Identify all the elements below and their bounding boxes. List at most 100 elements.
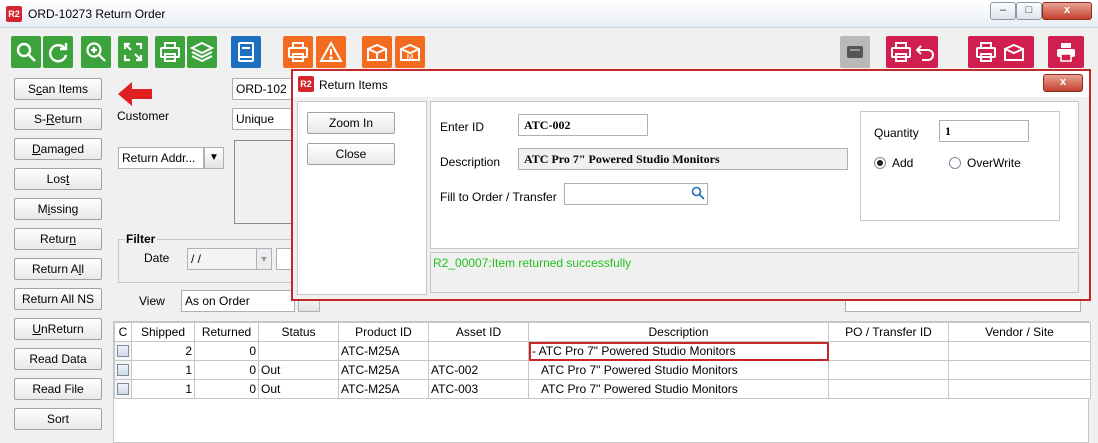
- checkbox-icon[interactable]: [117, 364, 129, 376]
- print-undo-icon[interactable]: [886, 36, 938, 68]
- column-header[interactable]: Vendor / Site: [948, 322, 1091, 342]
- customer-label: Customer: [117, 109, 170, 123]
- window-titlebar: R2 ORD-10273 Return Order – □ x: [0, 0, 1098, 28]
- overwrite-label: OverWrite: [967, 156, 1021, 170]
- date-extra-field[interactable]: [276, 248, 292, 270]
- radio-selected-icon[interactable]: [874, 157, 886, 169]
- add-radio[interactable]: Add: [874, 156, 913, 170]
- add-label: Add: [892, 156, 914, 170]
- print-icon[interactable]: [283, 36, 313, 68]
- zoom-in-button[interactable]: Zoom In: [307, 112, 395, 134]
- overwrite-radio[interactable]: OverWrite: [949, 156, 1021, 170]
- box-m-icon[interactable]: M: [395, 36, 425, 68]
- table-cell: 0: [194, 379, 259, 399]
- fill-order-input[interactable]: [564, 183, 708, 205]
- radio-unselected-icon[interactable]: [949, 157, 961, 169]
- view-label: View: [139, 294, 165, 308]
- sidebar-button-sort[interactable]: Sort: [14, 408, 102, 430]
- window-title: ORD-10273 Return Order: [28, 7, 166, 21]
- warning-icon[interactable]: [316, 36, 346, 68]
- table-cell: ATC Pro 7" Powered Studio Monitors: [528, 360, 829, 380]
- r2-logo-icon: R2: [298, 76, 314, 92]
- column-header[interactable]: Shipped: [131, 322, 195, 342]
- table-cell: 1: [131, 360, 195, 380]
- print-icon[interactable]: [155, 36, 185, 68]
- print-box-icon[interactable]: [968, 36, 1034, 68]
- maximize-button[interactable]: □: [1016, 2, 1042, 20]
- date-chevron-icon[interactable]: ▼: [256, 248, 272, 270]
- table-row[interactable]: 1 0 Out ATC-M25A ATC-002 ATC Pro 7" Powered S…: [114, 360, 1091, 380]
- table-cell: ATC-003: [428, 379, 529, 399]
- expand-icon[interactable]: [118, 36, 148, 68]
- table-cell: [948, 360, 1091, 380]
- window-close-button[interactable]: x: [1042, 2, 1092, 20]
- column-header[interactable]: Product ID: [338, 322, 429, 342]
- book-icon[interactable]: [231, 36, 261, 68]
- printer-device-icon[interactable]: [840, 36, 870, 68]
- table-cell: ATC-002: [428, 360, 529, 380]
- dialog-close-button[interactable]: x: [1043, 74, 1083, 92]
- table-cell: 0: [194, 360, 259, 380]
- zoom-in-icon[interactable]: [81, 36, 111, 68]
- column-header[interactable]: Asset ID: [428, 322, 529, 342]
- row-checkbox-cell[interactable]: [114, 341, 132, 361]
- row-checkbox-cell[interactable]: [114, 379, 132, 399]
- table-row[interactable]: 2 0 ATC-M25A - ATC Pro 7" Powered Studio Mo…: [114, 341, 1091, 361]
- chevron-down-icon[interactable]: ▼: [204, 147, 224, 169]
- return-items-dialog: R2 Return Items x Zoom In Close Enter ID…: [291, 69, 1091, 301]
- minimize-button[interactable]: –: [990, 2, 1016, 20]
- row-checkbox-cell[interactable]: [114, 360, 132, 380]
- table-cell: ATC-M25A: [338, 341, 429, 361]
- printer-red-icon[interactable]: [1048, 36, 1084, 68]
- table-cell: 2: [131, 341, 195, 361]
- table-cell: [258, 341, 339, 361]
- sidebar-button-lost[interactable]: Lost: [14, 168, 102, 190]
- sidebar-button-return[interactable]: Return: [14, 228, 102, 250]
- address-box: [234, 140, 294, 224]
- column-header[interactable]: Returned: [194, 322, 259, 342]
- table-cell: ATC Pro 7" Powered Studio Monitors: [528, 379, 829, 399]
- sidebar-button-return-all-ns[interactable]: Return All NS: [14, 288, 102, 310]
- checkbox-icon[interactable]: [117, 383, 129, 395]
- open-box-icon[interactable]: [362, 36, 392, 68]
- table-cell: ATC-M25A: [338, 360, 429, 380]
- sidebar-button-damaged[interactable]: Damaged: [14, 138, 102, 160]
- column-header[interactable]: Status: [258, 322, 339, 342]
- svg-text:M: M: [407, 53, 414, 62]
- table-row[interactable]: 1 0 Out ATC-M25A ATC-003 ATC Pro 7" Powered S…: [114, 379, 1091, 399]
- sidebar-button-return-all[interactable]: Return All: [14, 258, 102, 280]
- description-field: ATC Pro 7" Powered Studio Monitors: [518, 148, 848, 170]
- sidebar-button-read-file[interactable]: Read File: [14, 378, 102, 400]
- sidebar-button-unreturn[interactable]: UnReturn: [14, 318, 102, 340]
- sidebar-button-missing[interactable]: Missing: [14, 198, 102, 220]
- table-cell: 1: [131, 379, 195, 399]
- table-cell: [428, 341, 529, 361]
- column-header[interactable]: Description: [528, 322, 829, 342]
- column-header[interactable]: C: [114, 322, 132, 342]
- close-button[interactable]: Close: [307, 143, 395, 165]
- return-address-select[interactable]: Return Addr...: [118, 147, 204, 169]
- enter-id-label: Enter ID: [440, 120, 485, 134]
- date-field[interactable]: / /: [187, 248, 257, 270]
- table-cell: [828, 379, 949, 399]
- refresh-icon[interactable]: [43, 36, 73, 68]
- layers-icon[interactable]: [187, 36, 217, 68]
- quantity-input[interactable]: 1: [939, 120, 1029, 142]
- table-cell: ATC-M25A: [338, 379, 429, 399]
- enter-id-input[interactable]: ATC-002: [518, 114, 648, 136]
- quantity-label: Quantity: [874, 126, 919, 140]
- table-cell: [948, 379, 1091, 399]
- checkbox-icon[interactable]: [117, 345, 129, 357]
- search-icon[interactable]: [691, 186, 705, 200]
- view-select[interactable]: As on Order: [181, 290, 295, 312]
- search-icon[interactable]: [11, 36, 41, 68]
- r2-logo-icon: R2: [6, 6, 22, 22]
- sidebar-button-s-return[interactable]: S-Return: [14, 108, 102, 130]
- description-label: Description: [440, 155, 501, 169]
- column-header[interactable]: PO / Transfer ID: [828, 322, 949, 342]
- items-grid: C Shipped Returned Status Product ID Asset ID…: [113, 321, 1091, 443]
- dialog-title: Return Items: [319, 78, 388, 92]
- table-cell: [828, 341, 949, 361]
- sidebar-button-scan-items[interactable]: Scan Items: [14, 78, 102, 100]
- sidebar-button-read-data[interactable]: Read Data: [14, 348, 102, 370]
